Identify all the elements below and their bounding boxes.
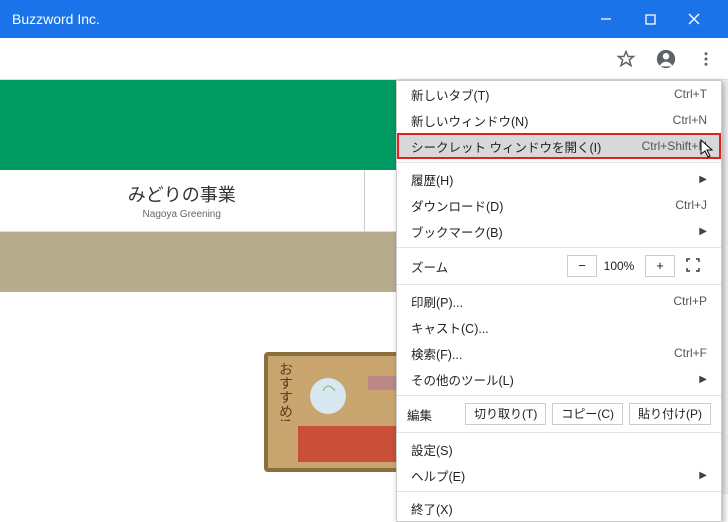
- fullscreen-button[interactable]: [679, 258, 707, 275]
- menu-separator: [397, 432, 721, 433]
- menu-help[interactable]: ヘルプ(E)▶: [397, 462, 721, 488]
- chevron-right-icon: ▶: [699, 174, 707, 185]
- zoom-in-button[interactable]: +: [645, 255, 675, 277]
- menu-new-window[interactable]: 新しいウィンドウ(N)Ctrl+N: [397, 107, 721, 133]
- menu-more-tools[interactable]: その他のツール(L)▶: [397, 366, 721, 392]
- menu-separator: [397, 247, 721, 248]
- star-icon[interactable]: [614, 47, 638, 71]
- profile-icon[interactable]: [654, 47, 678, 71]
- menu-separator: [397, 284, 721, 285]
- fullscreen-icon: [686, 258, 700, 272]
- zoom-level: 100%: [597, 259, 641, 273]
- nav-item-greening[interactable]: みどりの事業 Nagoya Greening: [0, 170, 365, 231]
- minimize-icon: [600, 13, 612, 25]
- menu-history[interactable]: 履歴(H)▶: [397, 166, 721, 192]
- nav-label-en: Nagoya Greening: [143, 209, 221, 220]
- window-title: Buzzword Inc.: [12, 11, 584, 27]
- close-button[interactable]: [672, 0, 716, 38]
- menu-separator: [397, 162, 721, 163]
- paste-button[interactable]: 貼り付け(P): [629, 403, 711, 425]
- menu-new-tab[interactable]: 新しいタブ(T)Ctrl+T: [397, 81, 721, 107]
- browser-toolbar: [0, 38, 728, 80]
- menu-incognito[interactable]: シークレット ウィンドウを開く(I)Ctrl+Shift+N: [397, 133, 721, 159]
- window-controls: [584, 0, 716, 38]
- nav-label-jp: みどりの事業: [128, 181, 236, 207]
- menu-bookmarks[interactable]: ブックマーク(B)▶: [397, 218, 721, 244]
- minimize-button[interactable]: [584, 0, 628, 38]
- zoom-out-button[interactable]: −: [567, 255, 597, 277]
- menu-downloads[interactable]: ダウンロード(D)Ctrl+J: [397, 192, 721, 218]
- menu-find[interactable]: 検索(F)...Ctrl+F: [397, 340, 721, 366]
- close-icon: [688, 13, 700, 25]
- menu-exit[interactable]: 終了(X): [397, 495, 721, 521]
- kebab-menu-icon[interactable]: [694, 47, 718, 71]
- chevron-right-icon: ▶: [699, 374, 707, 385]
- menu-edit-row: 編集 切り取り(T) コピー(C) 貼り付け(P): [397, 399, 721, 429]
- scrollbar[interactable]: [722, 80, 728, 494]
- titlebar: Buzzword Inc.: [0, 0, 728, 38]
- menu-print[interactable]: 印刷(P)...Ctrl+P: [397, 288, 721, 314]
- chrome-menu: 新しいタブ(T)Ctrl+T 新しいウィンドウ(N)Ctrl+N シークレット …: [396, 80, 722, 522]
- menu-separator: [397, 395, 721, 396]
- menu-settings[interactable]: 設定(S): [397, 436, 721, 462]
- maximize-button[interactable]: [628, 0, 672, 38]
- menu-zoom: ズーム − 100% +: [397, 251, 721, 281]
- menu-cast[interactable]: キャスト(C)...: [397, 314, 721, 340]
- cut-button[interactable]: 切り取り(T): [465, 403, 546, 425]
- copy-button[interactable]: コピー(C): [552, 403, 623, 425]
- menu-separator: [397, 491, 721, 492]
- chevron-right-icon: ▶: [699, 470, 707, 481]
- maximize-icon: [645, 14, 656, 25]
- chevron-right-icon: ▶: [699, 226, 707, 237]
